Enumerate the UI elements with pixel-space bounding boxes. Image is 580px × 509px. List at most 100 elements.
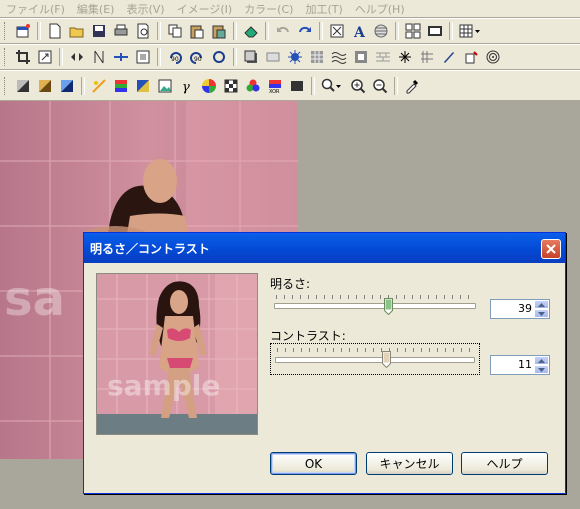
- svg-text:XOR: XOR: [269, 89, 280, 94]
- resize-icon[interactable]: [34, 47, 55, 68]
- mosaic-icon[interactable]: [306, 47, 327, 68]
- svg-text:A: A: [353, 25, 366, 39]
- color-balance-icon[interactable]: [110, 75, 131, 96]
- toolbar-color: γ XOR: [0, 70, 580, 101]
- print-preview-icon[interactable]: [132, 21, 153, 42]
- canvas-watermark: sa: [4, 271, 65, 327]
- menu-color[interactable]: カラー(C): [238, 1, 299, 17]
- menu-help[interactable]: ヘルプ(H): [349, 1, 411, 17]
- redo-icon[interactable]: [294, 21, 315, 42]
- paste-new-icon[interactable]: [208, 21, 229, 42]
- contrast-label: コントラスト:: [270, 329, 346, 343]
- rgb-channels-icon[interactable]: [242, 75, 263, 96]
- zoom-out-icon[interactable]: [369, 75, 390, 96]
- contrast-spinbox[interactable]: 11: [490, 355, 550, 375]
- dialog-title: 明るさ／コントラスト: [90, 241, 210, 256]
- menu-process[interactable]: 加工(T): [299, 1, 348, 17]
- rotate-right-90-icon[interactable]: 90: [186, 47, 207, 68]
- paste-icon[interactable]: [186, 21, 207, 42]
- preview-image: sample: [96, 273, 258, 435]
- zoom-dropdown-icon[interactable]: [318, 75, 346, 96]
- wave-icon[interactable]: [328, 47, 349, 68]
- checker-icon[interactable]: [220, 75, 241, 96]
- flip-horizontal-icon[interactable]: [66, 47, 87, 68]
- eyedropper-icon[interactable]: [401, 75, 422, 96]
- frame-icon[interactable]: [132, 47, 153, 68]
- menu-bar: ファイル(F) 編集(E) 表示(V) イメージ(I) カラー(C) 加工(T)…: [0, 0, 580, 17]
- ok-button[interactable]: OK: [270, 452, 357, 475]
- hatch-icon[interactable]: [416, 47, 437, 68]
- save-icon[interactable]: [88, 21, 109, 42]
- brightness-slider-thumb[interactable]: [384, 298, 393, 315]
- menu-edit[interactable]: 編集(E): [71, 1, 121, 17]
- contrast-value: 11: [518, 358, 532, 371]
- rotate-left-90-icon[interactable]: 90: [164, 47, 185, 68]
- svg-text:90: 90: [194, 56, 202, 63]
- flat-icon[interactable]: [262, 47, 283, 68]
- fit-window-icon[interactable]: [326, 21, 347, 42]
- brightness-contrast-dialog: 明るさ／コントラスト sample 明るさ: 39 コントラスト: 11 OK …: [83, 232, 566, 494]
- shadow-icon[interactable]: [240, 47, 261, 68]
- emboss-icon[interactable]: [350, 47, 371, 68]
- undo-icon[interactable]: [272, 21, 293, 42]
- toolbar-grip[interactable]: [4, 76, 8, 95]
- close-button[interactable]: [541, 239, 561, 259]
- zoom-in-icon[interactable]: [347, 75, 368, 96]
- pen-icon[interactable]: [438, 47, 459, 68]
- picture-icon[interactable]: [154, 75, 175, 96]
- dark-bar-icon[interactable]: [286, 75, 307, 96]
- gradient-sepia-icon[interactable]: [34, 75, 55, 96]
- print-icon[interactable]: [110, 21, 131, 42]
- menu-view[interactable]: 表示(V): [120, 1, 170, 17]
- toolbar-grip[interactable]: [4, 22, 8, 40]
- help-button[interactable]: ヘルプ: [461, 452, 548, 475]
- thumbnail-icon[interactable]: [402, 21, 423, 42]
- contrast-down-arrow-icon[interactable]: [534, 365, 549, 374]
- new-window-icon[interactable]: [12, 21, 33, 42]
- rotate-free-icon[interactable]: [208, 47, 229, 68]
- copy-icon[interactable]: [164, 21, 185, 42]
- gradient-blue-icon[interactable]: [56, 75, 77, 96]
- color-wheel-icon[interactable]: [198, 75, 219, 96]
- crop-icon[interactable]: [12, 47, 33, 68]
- preview-watermark: sample: [107, 369, 221, 402]
- move-icon[interactable]: [110, 47, 131, 68]
- swirl-icon[interactable]: [482, 47, 503, 68]
- contrast-up-arrow-icon[interactable]: [534, 356, 549, 365]
- sparkle-icon[interactable]: [394, 47, 415, 68]
- paint-bucket-icon[interactable]: [460, 47, 481, 68]
- gamma-icon[interactable]: γ: [176, 75, 197, 96]
- grid-dropdown-icon[interactable]: [456, 21, 484, 42]
- brightness-slider[interactable]: [270, 291, 480, 323]
- menu-file[interactable]: ファイル(F): [0, 1, 71, 17]
- brightness-value: 39: [518, 302, 532, 315]
- xor-icon[interactable]: XOR: [264, 75, 285, 96]
- gradient-gray-icon[interactable]: [12, 75, 33, 96]
- flip-vertical-icon[interactable]: [88, 47, 109, 68]
- contrast-slider[interactable]: [270, 343, 480, 375]
- cancel-button[interactable]: キャンセル: [366, 452, 453, 475]
- brightness-up-arrow-icon[interactable]: [534, 300, 549, 309]
- brick-icon[interactable]: [372, 47, 393, 68]
- eraser-icon[interactable]: [240, 21, 261, 42]
- open-folder-icon[interactable]: [66, 21, 87, 42]
- toolbar-main: A: [0, 18, 580, 44]
- starburst-icon[interactable]: [284, 47, 305, 68]
- auto-level-icon[interactable]: [88, 75, 109, 96]
- filmstrip-icon[interactable]: [424, 21, 445, 42]
- toolbar-transform: 90 90: [0, 44, 580, 70]
- menu-image[interactable]: イメージ(I): [171, 1, 239, 17]
- toolbar-grip[interactable]: [4, 48, 8, 66]
- close-icon: [546, 244, 556, 254]
- hue-icon[interactable]: [132, 75, 153, 96]
- brightness-spinbox[interactable]: 39: [490, 299, 550, 319]
- text-icon[interactable]: A: [348, 21, 369, 42]
- brightness-down-arrow-icon[interactable]: [534, 309, 549, 318]
- svg-text:90: 90: [171, 56, 179, 63]
- brightness-label: 明るさ:: [270, 277, 311, 291]
- grid-lines-icon[interactable]: [370, 21, 391, 42]
- dialog-titlebar[interactable]: 明るさ／コントラスト: [84, 233, 565, 263]
- svg-text:γ: γ: [182, 80, 190, 94]
- new-file-icon[interactable]: [44, 21, 65, 42]
- contrast-slider-thumb[interactable]: [382, 351, 391, 368]
